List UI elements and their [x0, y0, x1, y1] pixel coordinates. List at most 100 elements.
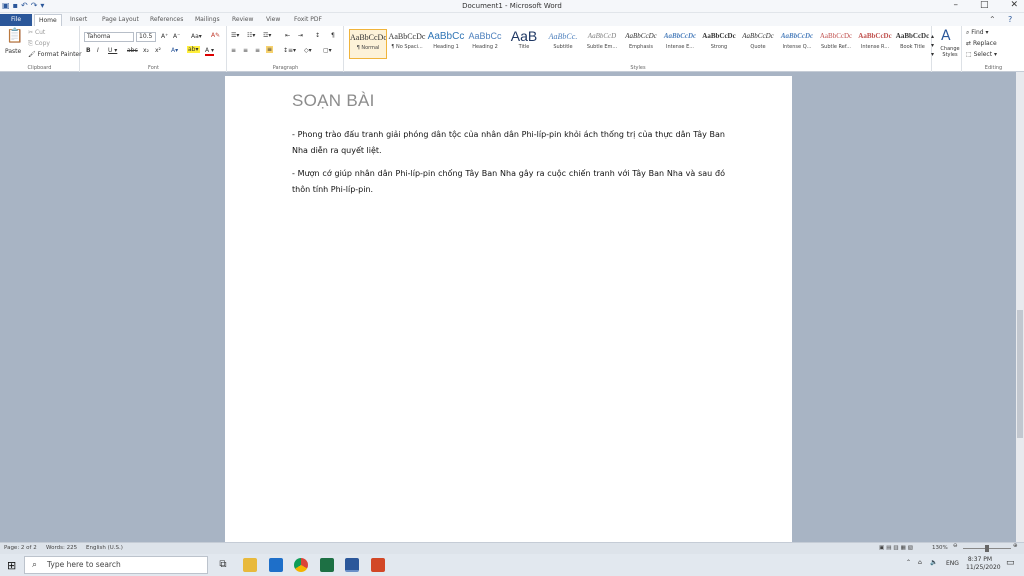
style-subtle-emphasis[interactable]: AaBbCcD Subtle Em...: [583, 29, 621, 59]
notifications-icon[interactable]: ▭: [1006, 558, 1015, 568]
excel-icon[interactable]: [320, 558, 334, 572]
style-heading-1[interactable]: AaBbCc Heading 1: [427, 29, 465, 59]
change-styles-button[interactable]: Change Styles: [938, 46, 962, 58]
style-normal[interactable]: AaBbCcDc ¶ Normal: [349, 29, 387, 59]
show-marks-icon[interactable]: ¶: [331, 32, 335, 39]
underline-icon[interactable]: U ▾: [108, 47, 117, 54]
mail-icon[interactable]: [269, 558, 283, 572]
editing-group-label: Editing: [984, 65, 1003, 71]
language-indicator[interactable]: English (U.S.): [86, 545, 123, 551]
change-styles-icon[interactable]: A: [941, 28, 951, 44]
zoom-level[interactable]: 130%: [932, 545, 948, 551]
minimize-icon[interactable]: –: [953, 0, 958, 10]
taskbar-search[interactable]: ⌕ Type here to search: [24, 556, 208, 574]
justify-icon[interactable]: ≡: [266, 46, 274, 53]
clear-formatting-icon[interactable]: A✎: [211, 32, 220, 39]
tab-foxit-pdf[interactable]: Foxit PDF: [290, 14, 326, 26]
replace-button[interactable]: ⇄ Replace: [966, 40, 997, 47]
task-view-icon[interactable]: ⧉: [216, 558, 230, 572]
tab-view[interactable]: View: [262, 14, 284, 26]
bold-icon[interactable]: B: [86, 47, 91, 54]
help-icon[interactable]: ?: [1004, 14, 1016, 26]
strikethrough-icon[interactable]: abc: [127, 47, 138, 54]
text-effects-icon[interactable]: A▾: [171, 47, 178, 54]
tab-insert[interactable]: Insert: [66, 14, 91, 26]
style-name: Title: [518, 44, 530, 50]
align-right-icon[interactable]: ≡: [255, 47, 260, 54]
font-color-icon[interactable]: A ▾: [205, 47, 215, 56]
word-taskbar-icon[interactable]: [345, 558, 359, 572]
file-explorer-icon[interactable]: [243, 558, 257, 572]
scroll-thumb[interactable]: [1017, 310, 1023, 438]
tray-chevron-icon[interactable]: ⌃: [906, 559, 911, 566]
brush-icon: 🖌: [28, 51, 38, 58]
increase-indent-icon[interactable]: ⇥: [298, 32, 303, 39]
style-intense-reference[interactable]: AaBbCcDc Intense R...: [856, 29, 894, 59]
volume-icon[interactable]: 🔈: [930, 559, 937, 566]
close-icon[interactable]: ✕: [1010, 0, 1018, 10]
change-case-icon[interactable]: Aa▾: [191, 33, 202, 40]
windows-start-icon[interactable]: ⊞: [7, 559, 16, 572]
style-intense-emphasis[interactable]: AaBbCcDc Intense E...: [661, 29, 699, 59]
taskbar: ⊞ ⌕ Type here to search ⧉ ⌃ ⌂ 🔈 ENG 8:37…: [0, 554, 1024, 576]
style-subtle-reference[interactable]: AaBbCcDc Subtle Ref...: [817, 29, 855, 59]
zoom-out-icon[interactable]: ⊖: [953, 543, 958, 549]
tab-review[interactable]: Review: [228, 14, 257, 26]
style-strong[interactable]: AaBbCcDc Strong: [700, 29, 738, 59]
tab-page-layout[interactable]: Page Layout: [98, 14, 143, 26]
grow-font-icon[interactable]: A⁺: [161, 33, 168, 40]
word-count[interactable]: Words: 225: [46, 545, 77, 551]
borders-icon[interactable]: ▢▾: [323, 47, 332, 54]
find-button[interactable]: ⌕ Find ▾: [966, 29, 989, 37]
network-icon[interactable]: ⌂: [918, 559, 922, 566]
zoom-slider-thumb[interactable]: [985, 545, 989, 552]
vertical-scrollbar[interactable]: [1016, 72, 1024, 542]
tab-home[interactable]: Home: [34, 14, 62, 26]
line-spacing-icon[interactable]: ↕≡▾: [283, 47, 296, 54]
font-size-combo[interactable]: 10.5: [136, 32, 156, 42]
page-count[interactable]: Page: 2 of 2: [4, 545, 37, 551]
style-quote[interactable]: AaBbCcDc Quote: [739, 29, 777, 59]
subscript-icon[interactable]: x₂: [143, 47, 149, 54]
bullets-icon[interactable]: ☰▾: [231, 32, 239, 39]
select-button[interactable]: ⬚ Select ▾: [966, 51, 997, 58]
document-page[interactable]: SOẠN BÀI - Phong trào đấu tranh giải phó…: [225, 76, 792, 542]
paste-icon[interactable]: 📋: [6, 28, 23, 44]
numbering-icon[interactable]: ☷▾: [247, 32, 255, 39]
style-heading-2[interactable]: AaBbCc Heading 2: [466, 29, 504, 59]
style-intense-quote[interactable]: AaBbCcDc Intense Q...: [778, 29, 816, 59]
zoom-in-icon[interactable]: ⊕: [1013, 543, 1018, 549]
cut-button[interactable]: ✂ Cut: [28, 29, 45, 36]
decrease-indent-icon[interactable]: ⇤: [285, 32, 290, 39]
clock[interactable]: 8:37 PM 11/25/2020: [966, 556, 1001, 572]
view-buttons[interactable]: ▣▤▥▦▧: [879, 545, 915, 551]
style-name: Intense Q...: [782, 44, 812, 50]
tab-file[interactable]: File: [0, 14, 32, 26]
powerpoint-icon[interactable]: [371, 558, 385, 572]
shading-icon[interactable]: ◇▾: [304, 47, 312, 54]
style-book-title[interactable]: AaBbCcDc Book Title: [895, 29, 930, 59]
styles-scroll-icon[interactable]: ▴ ▾ ▾: [931, 32, 937, 59]
copy-button[interactable]: ⎘ Copy: [28, 40, 50, 48]
style-no-spacing[interactable]: AaBbCcDc ¶ No Spaci...: [388, 29, 426, 59]
italic-icon[interactable]: I: [97, 47, 99, 54]
highlight-icon[interactable]: ab▾: [187, 46, 200, 53]
paste-button[interactable]: Paste: [5, 48, 21, 55]
sort-icon[interactable]: ↕: [315, 32, 320, 39]
tab-mailings[interactable]: Mailings: [191, 14, 224, 26]
style-subtitle[interactable]: AaBbCc. Subtitle: [544, 29, 582, 59]
multilevel-list-icon[interactable]: ☲▾: [263, 32, 271, 39]
tab-references[interactable]: References: [146, 14, 187, 26]
align-center-icon[interactable]: ≡: [243, 47, 248, 54]
font-name-combo[interactable]: Tahoma: [84, 32, 134, 42]
align-left-icon[interactable]: ≡: [231, 47, 236, 54]
input-language[interactable]: ENG: [946, 560, 959, 567]
style-title[interactable]: AaB Title: [505, 29, 543, 59]
shrink-font-icon[interactable]: A⁻: [173, 33, 180, 40]
minimize-ribbon-icon[interactable]: ⌃: [985, 14, 1000, 26]
style-emphasis[interactable]: AaBbCcDc Emphasis: [622, 29, 660, 59]
chrome-icon[interactable]: [294, 558, 308, 572]
superscript-icon[interactable]: x²: [155, 47, 161, 54]
format-painter-button[interactable]: 🖌 Format Painter: [28, 51, 82, 58]
maximize-icon[interactable]: □: [980, 0, 989, 10]
